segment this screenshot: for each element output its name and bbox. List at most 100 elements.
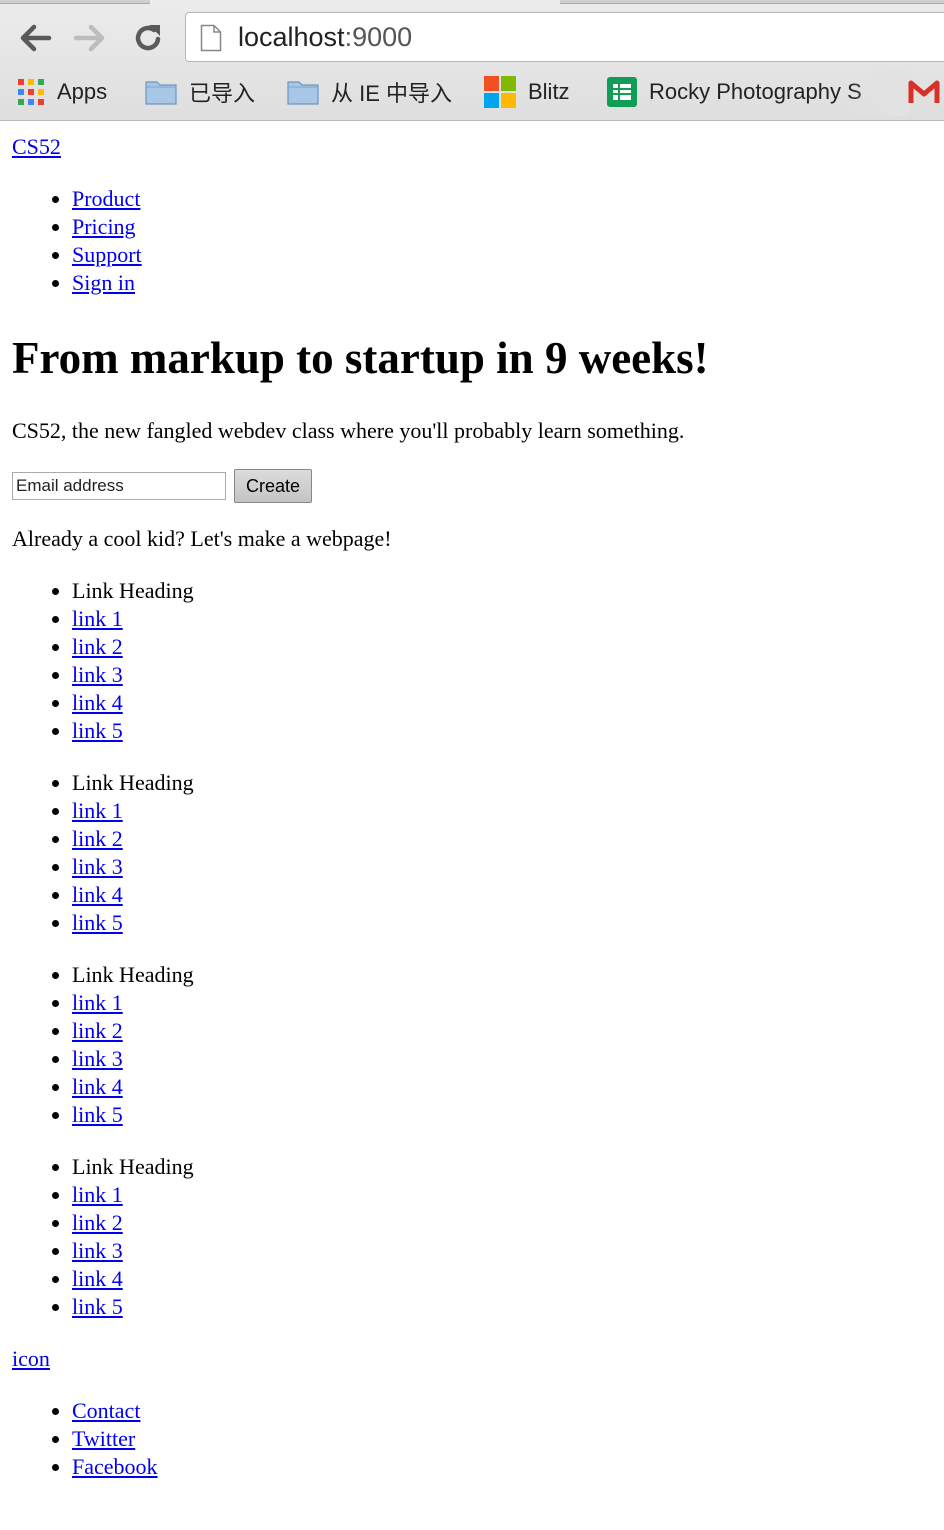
nav-link-pricing[interactable]: Pricing (72, 214, 136, 239)
apps-grid-icon (17, 78, 45, 106)
nav-link-sign-in[interactable]: Sign in (72, 270, 135, 295)
link-group: Link Headinglink 1 link 2 link 3 link 4 link… (12, 769, 932, 937)
url-port: :9000 (344, 22, 413, 52)
footer-links: Contact Twitter Facebook (12, 1397, 932, 1481)
footer-link-contact[interactable]: Contact (72, 1398, 140, 1423)
link-item: link 2 (72, 1017, 932, 1045)
link-item-link[interactable]: link 5 (72, 1102, 123, 1127)
link-item: link 1 (72, 797, 932, 825)
link-item-link[interactable]: link 1 (72, 990, 123, 1015)
footer-link-facebook[interactable]: Facebook (72, 1454, 158, 1479)
link-item-link[interactable]: link 3 (72, 662, 123, 687)
page-content: CS52 Product Pricing Support Sign in Fro… (0, 133, 944, 1481)
bookmark-label: Blitz (528, 79, 570, 104)
link-item-link[interactable]: link 4 (72, 1074, 123, 1099)
link-item-link[interactable]: link 1 (72, 798, 123, 823)
windows-logo-icon (484, 76, 516, 108)
main-nav: Product Pricing Support Sign in (12, 185, 932, 297)
footer-item-twitter: Twitter (72, 1425, 932, 1453)
link-item: link 1 (72, 1181, 932, 1209)
link-group: Link Headinglink 1 link 2 link 3 link 4 link… (12, 1153, 932, 1321)
link-group: Link Headinglink 1 link 2 link 3 link 4 link… (12, 577, 932, 745)
forward-button[interactable] (72, 20, 108, 56)
link-item-link[interactable]: link 2 (72, 826, 123, 851)
link-item: link 4 (72, 881, 932, 909)
link-item: link 3 (72, 853, 932, 881)
page-icon (200, 24, 222, 57)
link-item-link[interactable]: link 4 (72, 690, 123, 715)
link-item-link[interactable]: link 5 (72, 718, 123, 743)
forward-arrow-icon (73, 24, 105, 52)
link-heading: Link Heading (72, 577, 932, 605)
link-item-link[interactable]: link 3 (72, 854, 123, 879)
tab-strip (0, 0, 944, 4)
footer-link-twitter[interactable]: Twitter (72, 1426, 135, 1451)
bookmark-label: Rocky Photography S (649, 79, 862, 104)
browser-chrome: localhost:9000 Apps 已导入 从 IE 中导入 Blitz R… (0, 0, 944, 121)
nav-item-pricing: Pricing (72, 213, 932, 241)
link-item: link 5 (72, 1101, 932, 1129)
bookmark-folder-ie[interactable]: 从 IE 中导入 (287, 76, 452, 108)
bookmarks-bar: Apps 已导入 从 IE 中导入 Blitz Rocky Photograph… (0, 70, 944, 116)
link-item-link[interactable]: link 5 (72, 910, 123, 935)
link-item: link 2 (72, 1209, 932, 1237)
link-item-link[interactable]: link 2 (72, 634, 123, 659)
link-item-link[interactable]: link 2 (72, 1018, 123, 1043)
link-item: link 3 (72, 1045, 932, 1073)
link-item-link[interactable]: link 5 (72, 1294, 123, 1319)
url-text: localhost:9000 (238, 22, 412, 53)
nav-item-product: Product (72, 185, 932, 213)
bookmark-rocky-photography[interactable]: Rocky Photography S (607, 76, 862, 108)
sheets-icon (607, 77, 637, 107)
folder-icon (145, 79, 177, 105)
link-groups: Link Headinglink 1link 2link 3link 4link… (12, 577, 932, 1321)
link-heading: Link Heading (72, 769, 932, 797)
reload-icon (135, 25, 161, 51)
bookmark-gmail[interactable] (908, 76, 944, 108)
create-button[interactable]: Create (234, 469, 312, 503)
link-item: link 4 (72, 1073, 932, 1101)
nav-link-support[interactable]: Support (72, 242, 142, 267)
link-item-link[interactable]: link 3 (72, 1238, 123, 1263)
nav-link-product[interactable]: Product (72, 186, 140, 211)
nav-item-support: Support (72, 241, 932, 269)
link-item-link[interactable]: link 4 (72, 882, 123, 907)
link-item: link 3 (72, 661, 932, 689)
tab[interactable] (0, 0, 150, 4)
footer-icon-link[interactable]: icon (12, 1345, 932, 1373)
link-item: link 3 (72, 1237, 932, 1265)
gmail-icon (908, 79, 940, 105)
link-item: link 4 (72, 1265, 932, 1293)
link-item-link[interactable]: link 1 (72, 1182, 123, 1207)
bookmark-fade (850, 70, 910, 116)
signup-form: Create (12, 469, 932, 503)
link-item-link[interactable]: link 3 (72, 1046, 123, 1071)
link-item: link 2 (72, 633, 932, 661)
bookmark-blitz[interactable]: Blitz (484, 76, 570, 108)
footer-item-facebook: Facebook (72, 1453, 932, 1481)
tagline: Already a cool kid? Let's make a webpage… (12, 526, 392, 551)
folder-icon (287, 79, 319, 105)
address-bar[interactable]: localhost:9000 (185, 12, 944, 62)
logo-link[interactable]: CS52 (12, 133, 932, 161)
url-host: localhost (238, 22, 345, 52)
nav-item-sign-in: Sign in (72, 269, 932, 297)
bookmark-label: 从 IE 中导入 (331, 81, 453, 106)
link-item: link 5 (72, 1293, 932, 1321)
link-heading: Link Heading (72, 1153, 932, 1181)
link-item: link 5 (72, 717, 932, 745)
link-group: Link Headinglink 1 link 2 link 3 link 4 link… (12, 961, 932, 1129)
link-item-link[interactable]: link 1 (72, 606, 123, 631)
back-button[interactable] (17, 20, 53, 56)
email-field[interactable] (12, 472, 226, 500)
bookmark-apps[interactable]: Apps (17, 76, 107, 108)
link-item-link[interactable]: link 4 (72, 1266, 123, 1291)
reload-button[interactable] (130, 20, 166, 56)
link-item-link[interactable]: link 2 (72, 1210, 123, 1235)
bookmark-folder-imported[interactable]: 已导入 (145, 76, 255, 108)
link-item: link 1 (72, 605, 932, 633)
link-heading: Link Heading (72, 961, 932, 989)
back-arrow-icon (20, 24, 52, 52)
bookmark-label: 已导入 (189, 81, 256, 106)
tab[interactable] (560, 0, 944, 4)
